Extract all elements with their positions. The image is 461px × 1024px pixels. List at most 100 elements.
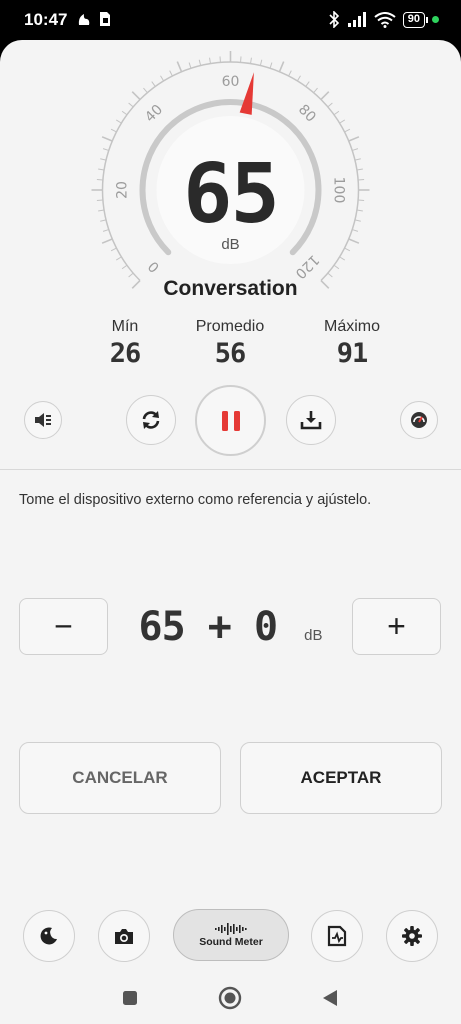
status-left-icons bbox=[76, 11, 112, 27]
stat-min-value: 26 bbox=[109, 338, 142, 369]
gauge-tick bbox=[110, 128, 117, 133]
status-right-icons: 90 bbox=[328, 11, 439, 28]
gauge-icon bbox=[411, 412, 427, 428]
gauge-needle bbox=[239, 72, 254, 115]
gauge-tick bbox=[250, 57, 252, 64]
settings-icon bbox=[402, 926, 422, 946]
gauge-tick bbox=[115, 119, 122, 124]
camera-button[interactable] bbox=[98, 910, 150, 962]
sound-meter-app: 0 20 40 60 80 100 120 65 dB Conversation Mín 2… bbox=[0, 40, 461, 1024]
gauge-tick bbox=[269, 62, 273, 69]
gauge-tick bbox=[121, 264, 128, 270]
calibration-operator: + bbox=[207, 604, 232, 650]
gauge-tick bbox=[209, 57, 211, 64]
sound-meter-logo[interactable]: Sound Meter bbox=[173, 909, 289, 961]
accept-button[interactable]: ACEPTAR bbox=[240, 742, 442, 814]
camera-icon bbox=[115, 929, 133, 944]
sound-meter-logo-text: Sound Meter bbox=[199, 935, 263, 948]
home-button[interactable] bbox=[212, 980, 248, 1016]
gauge-mode-button[interactable] bbox=[400, 401, 438, 439]
stat-max-label: Máximo bbox=[323, 318, 380, 335]
night-mode-icon bbox=[40, 927, 57, 945]
gauge-tick bbox=[259, 59, 263, 66]
gauge-scale-label: 40 bbox=[142, 102, 166, 126]
sim-icon bbox=[100, 12, 110, 26]
gauge-tick bbox=[296, 75, 301, 82]
gauge-tick bbox=[188, 62, 192, 69]
gauge-tick bbox=[115, 256, 122, 261]
bluetooth-icon bbox=[329, 11, 339, 28]
gauge-tick bbox=[121, 110, 128, 116]
gauge-scale-label: 60 bbox=[222, 74, 240, 90]
stat-min-label: Mín bbox=[111, 318, 139, 335]
save-button[interactable] bbox=[286, 395, 336, 445]
system-nav-bar bbox=[0, 972, 461, 1024]
sound-wave-icon bbox=[215, 922, 247, 935]
settings-button[interactable] bbox=[386, 910, 438, 962]
stat-avg: Promedio 56 bbox=[175, 318, 285, 369]
gauge-tick bbox=[320, 91, 330, 101]
calibration-offset-value: 0 bbox=[253, 604, 278, 650]
report-icon bbox=[327, 925, 347, 947]
gauge-tick bbox=[143, 87, 148, 93]
pause-button[interactable] bbox=[195, 385, 266, 456]
gauge-tick bbox=[151, 81, 156, 87]
gauge-tick bbox=[305, 81, 310, 87]
stat-max-value: 91 bbox=[336, 338, 369, 369]
gauge-tick bbox=[176, 61, 183, 73]
speaker-button[interactable] bbox=[24, 401, 62, 439]
back-icon bbox=[323, 990, 337, 1006]
gauge-tick bbox=[101, 136, 113, 142]
night-mode-button[interactable] bbox=[23, 910, 75, 962]
home-icon bbox=[218, 986, 242, 1010]
recents-icon bbox=[123, 991, 137, 1005]
gauge-tick bbox=[333, 264, 340, 270]
decrease-offset-button[interactable]: − bbox=[19, 598, 108, 655]
gauge-tick bbox=[198, 59, 202, 66]
download-icon bbox=[300, 411, 322, 430]
gauge-scale-label: 80 bbox=[295, 102, 319, 126]
gauge-tick bbox=[344, 128, 351, 133]
increase-offset-button[interactable]: + bbox=[352, 598, 441, 655]
current-db-value: 65 bbox=[183, 147, 280, 242]
stat-avg-value: 56 bbox=[214, 338, 247, 369]
status-bar: 10:47 90 bbox=[0, 0, 461, 40]
gauge-tick bbox=[327, 102, 333, 108]
gauge-tick bbox=[313, 87, 318, 93]
current-db-unit: dB bbox=[221, 236, 240, 253]
calibration-display: 65 + 0 dB bbox=[120, 600, 341, 654]
calibration-hint: Tome el dispositivo externo como referen… bbox=[19, 492, 372, 508]
gauge-tick bbox=[333, 110, 340, 116]
recents-button[interactable] bbox=[112, 980, 148, 1016]
calibration-base-value: 65 bbox=[138, 604, 186, 650]
stat-max: Máximo 91 bbox=[297, 318, 407, 369]
gauge-tick bbox=[339, 256, 346, 261]
gauge-tick bbox=[128, 102, 134, 108]
stats-row: Mín 26 Promedio 56 Máximo 91 bbox=[0, 318, 461, 378]
notification-icon bbox=[78, 14, 90, 25]
pause-icon bbox=[221, 410, 240, 431]
gauge-tick bbox=[348, 136, 360, 142]
gauge-tick bbox=[169, 70, 173, 77]
gauge-tick bbox=[288, 70, 292, 77]
wifi-icon bbox=[374, 11, 396, 28]
stat-min: Mín 26 bbox=[70, 318, 180, 369]
divider bbox=[0, 469, 461, 470]
gauge-tick bbox=[339, 119, 346, 124]
stat-avg-label: Promedio bbox=[195, 318, 265, 335]
signal-icon bbox=[347, 12, 366, 27]
gauge-tick bbox=[278, 61, 285, 73]
gauge-scale-label: 0 bbox=[145, 258, 163, 276]
report-button[interactable] bbox=[311, 910, 363, 962]
reset-button[interactable] bbox=[126, 395, 176, 445]
gauge-tick bbox=[131, 91, 141, 101]
status-time: 10:47 bbox=[24, 10, 68, 29]
speaker-icon bbox=[35, 413, 51, 427]
calibration-unit: dB bbox=[304, 627, 323, 644]
privacy-dot bbox=[432, 16, 439, 23]
cancel-button[interactable]: CANCELAR bbox=[19, 742, 221, 814]
noise-level-name: Conversation bbox=[163, 277, 298, 300]
gauge-tick bbox=[160, 75, 165, 82]
back-button[interactable] bbox=[312, 980, 348, 1016]
refresh-icon bbox=[142, 411, 160, 429]
